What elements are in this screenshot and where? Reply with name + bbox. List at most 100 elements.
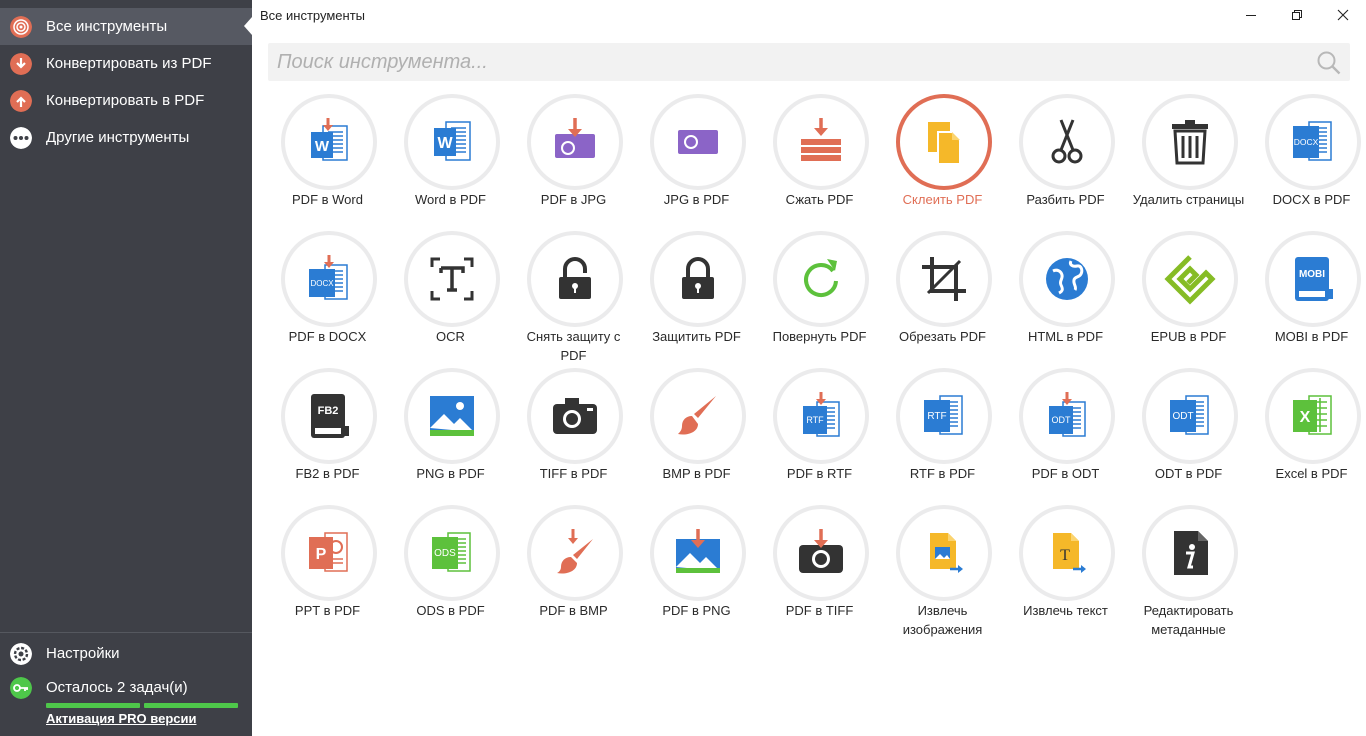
tool-delete-pages[interactable]: Удалить страницы (1127, 94, 1250, 231)
tool-ring (896, 94, 992, 190)
tool-label: PDF в PNG (662, 603, 731, 618)
pdf-to-bmp-icon (557, 529, 593, 574)
close-button[interactable] (1320, 0, 1366, 30)
sidebar-item-other-tools[interactable]: Другие инструменты (0, 119, 252, 156)
tool-compress-pdf[interactable]: Сжать PDF (758, 94, 881, 231)
tool-html-to-pdf[interactable]: HTML в PDF (1004, 231, 1127, 368)
tool-pdf-to-odt[interactable]: ODT PDF в ODT (1004, 368, 1127, 505)
tool-epub-to-pdf[interactable]: EPUB в PDF (1127, 231, 1250, 368)
trash-icon (1172, 120, 1208, 165)
sidebar-item-settings[interactable]: Настройки (0, 635, 252, 672)
tool-label: DOCX в PDF (1272, 192, 1351, 207)
tool-png-to-pdf[interactable]: PNG в PDF (389, 368, 512, 505)
tool-label: PDF в TIFF (785, 603, 854, 618)
tool-ring: P (281, 505, 377, 601)
tool-word-to-pdf[interactable]: W Word в PDF (389, 94, 512, 231)
tool-rtf-to-pdf[interactable]: RTF RTF в PDF (881, 368, 1004, 505)
restore-button[interactable] (1274, 0, 1320, 30)
tool-pdf-to-rtf[interactable]: RTF PDF в RTF (758, 368, 881, 505)
tool-odt-to-pdf[interactable]: ODT ODT в PDF (1127, 368, 1250, 505)
tasks-label: Осталось 2 задач(и) (46, 678, 188, 696)
tool-tiff-to-pdf[interactable]: TIFF в PDF (512, 368, 635, 505)
pdf-to-rtf-icon: RTF (803, 392, 840, 437)
tool-extract-text[interactable]: T Извлечь текст (1004, 505, 1127, 642)
png-image-icon (430, 396, 474, 436)
sidebar: Все инструменты Конвертировать из PDF Ко… (0, 0, 252, 736)
tool-ring: ODT (1019, 368, 1115, 464)
tool-bmp-to-pdf[interactable]: BMP в PDF (635, 368, 758, 505)
tool-label: Снять защиту с PDF (526, 329, 621, 363)
tool-extract-images[interactable]: Извлечь изображения (881, 505, 1004, 642)
tool-label: JPG в PDF (663, 192, 730, 207)
tool-label: Склеить PDF (902, 192, 983, 207)
tool-edit-metadata[interactable]: Редактировать метаданные (1127, 505, 1250, 642)
tool-unlock-pdf[interactable]: Снять защиту с PDF (512, 231, 635, 368)
tool-ring: ODS (404, 505, 500, 601)
tool-label: Извлечь текст (1023, 603, 1108, 618)
tool-ring (404, 231, 500, 327)
tool-jpg-to-pdf[interactable]: JPG в PDF (635, 94, 758, 231)
tool-pdf-to-docx[interactable]: DOCX PDF в DOCX (266, 231, 389, 368)
tool-rotate-pdf[interactable]: Повернуть PDF (758, 231, 881, 368)
extract-text-icon: T (1053, 533, 1086, 573)
pdf-to-tiff-icon (799, 529, 843, 573)
tool-pdf-to-jpg[interactable]: PDF в JPG (512, 94, 635, 231)
pdf-to-jpg-icon (555, 118, 595, 158)
tool-ring: RTF (773, 368, 869, 464)
tool-ring (404, 368, 500, 464)
tool-pdf-to-tiff[interactable]: PDF в TIFF (758, 505, 881, 642)
tool-pdf-to-bmp[interactable]: PDF в BMP (512, 505, 635, 642)
unlock-icon (559, 257, 591, 299)
search-input[interactable] (268, 43, 1297, 81)
tool-excel-to-pdf[interactable]: X Excel в PDF (1250, 368, 1366, 505)
sidebar-item-convert-to-pdf[interactable]: Конвертировать в PDF (0, 82, 252, 119)
gear-icon (10, 643, 32, 665)
sidebar-item-label: Конвертировать в PDF (46, 92, 205, 109)
tool-protect-pdf[interactable]: Защитить PDF (635, 231, 758, 368)
minimize-button[interactable] (1228, 0, 1274, 30)
tool-ring: W (281, 94, 377, 190)
pdf-to-docx-icon: DOCX (309, 255, 348, 300)
odt-to-pdf-icon: ODT (1170, 395, 1209, 435)
sidebar-item-label: Конвертировать из PDF (46, 55, 212, 72)
svg-text:W: W (437, 135, 453, 152)
activate-pro-link[interactable]: Активация PRO версии (46, 711, 196, 726)
restore-icon (1292, 10, 1302, 20)
tool-label: Сжать PDF (785, 192, 854, 207)
tool-ring (773, 505, 869, 601)
tool-split-pdf[interactable]: Разбить PDF (1004, 94, 1127, 231)
title-bar: Все инструменты (252, 0, 1366, 34)
tool-label: Word в PDF (415, 192, 486, 207)
svg-text:RTF: RTF (806, 415, 824, 425)
main-panel: Все инструменты W PDF в Word (252, 0, 1366, 736)
tool-label: Excel в PDF (1275, 466, 1348, 481)
tool-merge-pdf[interactable]: Склеить PDF (881, 94, 1004, 231)
search-icon[interactable] (1316, 50, 1342, 76)
compress-pdf-icon (801, 118, 841, 161)
tool-label: Редактировать метаданные (1143, 603, 1234, 637)
tool-label: Повернуть PDF (772, 329, 867, 344)
tool-ring (896, 505, 992, 601)
tool-ods-to-pdf[interactable]: ODS ODS в PDF (389, 505, 512, 642)
tool-label: PDF в RTF (786, 466, 853, 481)
tool-pdf-to-png[interactable]: PDF в PNG (635, 505, 758, 642)
svg-text:MOBI: MOBI (1299, 269, 1325, 280)
tool-ocr[interactable]: OCR (389, 231, 512, 368)
tool-docx-to-pdf[interactable]: DOCX DOCX в PDF (1250, 94, 1366, 231)
merge-pdf-icon (928, 122, 961, 165)
tool-ring (527, 505, 623, 601)
tool-ppt-to-pdf[interactable]: P PPT в PDF (266, 505, 389, 642)
rtf-to-pdf-icon: RTF (924, 395, 963, 435)
mobi-icon: MOBI (1295, 257, 1333, 301)
tool-ring (1142, 231, 1238, 327)
pdf-to-png-icon (676, 529, 720, 573)
tool-crop-pdf[interactable]: Обрезать PDF (881, 231, 1004, 368)
word-to-pdf-icon: W (434, 121, 471, 161)
tool-ring (1019, 231, 1115, 327)
sidebar-item-convert-from-pdf[interactable]: Конвертировать из PDF (0, 45, 252, 82)
convert-to-pdf-icon (10, 90, 32, 112)
sidebar-item-all-tools[interactable]: Все инструменты (0, 8, 252, 45)
tool-fb2-to-pdf[interactable]: FB2 FB2 в PDF (266, 368, 389, 505)
tool-mobi-to-pdf[interactable]: MOBI MOBI в PDF (1250, 231, 1366, 368)
tool-pdf-to-word[interactable]: W PDF в Word (266, 94, 389, 231)
